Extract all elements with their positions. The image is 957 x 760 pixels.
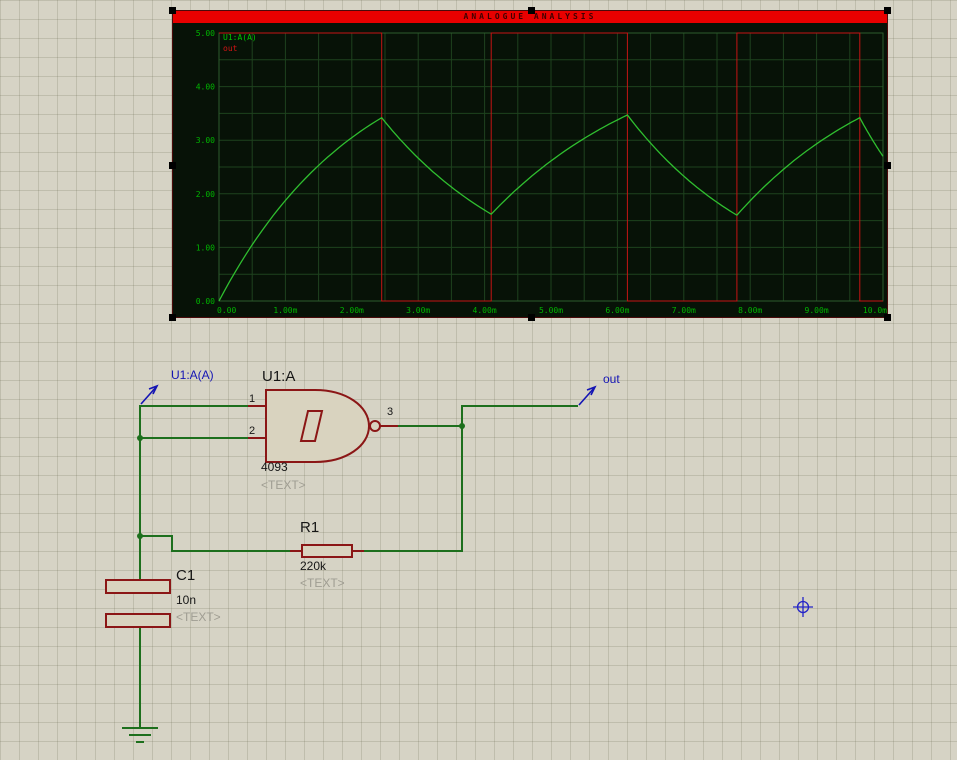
gate-pin3-number: 3 (387, 406, 394, 418)
input-probe-label[interactable]: U1:A(A) (171, 368, 214, 382)
origin-marker-icon (793, 597, 813, 617)
capacitor-plate[interactable] (105, 579, 171, 594)
junction-dot (459, 423, 465, 429)
resistor-text-placeholder[interactable]: <TEXT> (300, 576, 345, 590)
proteus-schematic-canvas[interactable]: { "window": { "title": "ANALOGUE ANALYSI… (0, 0, 957, 760)
resistor-body[interactable] (301, 544, 353, 558)
gate-refdes-label[interactable]: U1:A (262, 368, 295, 386)
input-probe-icon[interactable] (140, 384, 159, 405)
gate-device-label[interactable]: 4093 (261, 460, 288, 474)
junction-dot (137, 435, 143, 441)
output-probe-icon[interactable] (578, 385, 597, 406)
capacitor-text-placeholder[interactable]: <TEXT> (176, 610, 221, 624)
resistor-refdes-label[interactable]: R1 (300, 519, 319, 537)
output-probe-label[interactable]: out (603, 372, 620, 386)
capacitor-plate[interactable] (105, 613, 171, 628)
nand-inversion-bubble[interactable] (369, 420, 381, 432)
wire[interactable] (140, 535, 290, 552)
resistor-value-label[interactable]: 220k (300, 559, 326, 573)
wire[interactable] (139, 405, 248, 580)
junction-dot (137, 533, 143, 539)
schematic-layer (105, 384, 813, 743)
capacitor-value-label[interactable]: 10n (176, 593, 196, 607)
gate-pin1-number: 1 (249, 393, 256, 405)
gate-text-placeholder[interactable]: <TEXT> (261, 478, 306, 492)
wire[interactable] (364, 405, 578, 552)
capacitor-refdes-label[interactable]: C1 (176, 567, 195, 585)
gate-pin2-number: 2 (249, 425, 256, 437)
